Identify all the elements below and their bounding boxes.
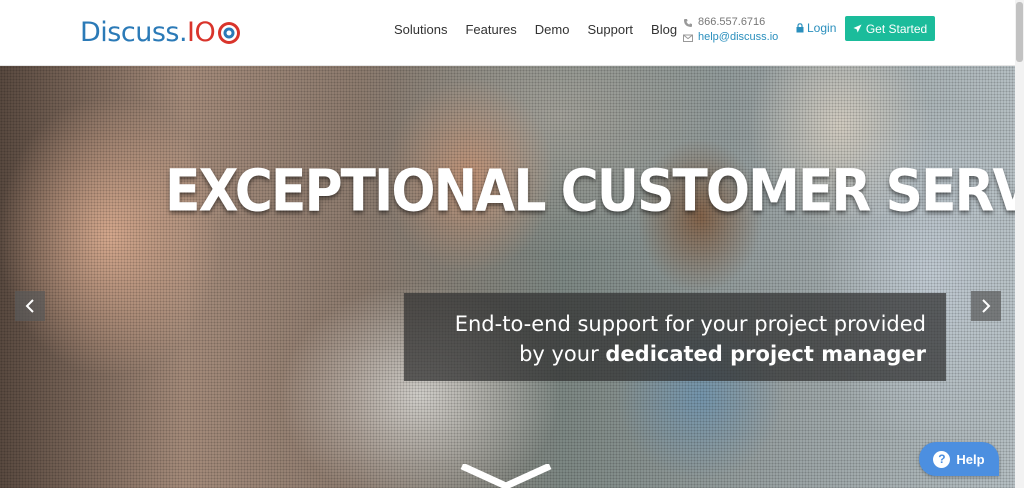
- get-started-button[interactable]: Get Started: [845, 16, 935, 41]
- chevron-down-icon[interactable]: [458, 464, 554, 488]
- nav-item-blog[interactable]: Blog: [651, 22, 677, 38]
- paper-plane-icon: [853, 24, 862, 33]
- hero-subtitle-line-1: End-to-end support for your project prov…: [454, 312, 926, 336]
- logo-text: Discuss.IO: [80, 16, 216, 48]
- scrollbar-thumb[interactable]: [1016, 2, 1023, 62]
- help-button[interactable]: ? Help: [919, 442, 999, 476]
- carousel-prev-button[interactable]: [15, 291, 45, 321]
- contact-info: 866.557.6716 help@discuss.io: [683, 15, 778, 45]
- get-started-label: Get Started: [865, 21, 928, 36]
- email-row: help@discuss.io: [683, 30, 778, 45]
- nav-item-demo[interactable]: Demo: [535, 22, 570, 38]
- hero-subtitle-line-2: by your dedicated project manager: [519, 342, 926, 366]
- site-header: Discuss.IO Solutions Features Demo Suppo…: [0, 0, 1024, 66]
- chevron-left-icon: [25, 299, 34, 313]
- page-scrollbar[interactable]: [1015, 0, 1024, 488]
- question-icon: ?: [933, 450, 951, 468]
- phone-icon: [684, 18, 692, 27]
- lock-icon: [796, 23, 804, 33]
- hero-subtitle-emphasis: dedicated project manager: [605, 342, 926, 366]
- site-logo[interactable]: Discuss.IO: [80, 14, 241, 50]
- phone-row: 866.557.6716: [683, 15, 778, 30]
- nav-item-features[interactable]: Features: [465, 22, 516, 38]
- email-link[interactable]: help@discuss.io: [698, 30, 778, 45]
- hero-subtitle-box: End-to-end support for your project prov…: [404, 293, 946, 381]
- login-link[interactable]: Login: [796, 21, 836, 35]
- carousel-next-button[interactable]: [971, 291, 1001, 321]
- phone-number: 866.557.6716: [698, 16, 766, 28]
- chevron-right-icon: [982, 299, 991, 313]
- help-label: Help: [956, 451, 985, 467]
- login-label: Login: [807, 21, 837, 35]
- hero-headline: EXCEPTIONAL CUSTOMER SERVICE: [165, 158, 1024, 226]
- hero-carousel: EXCEPTIONAL CUSTOMER SERVICE End-to-end …: [0, 66, 1024, 488]
- main-nav: Solutions Features Demo Support Blog: [394, 22, 695, 38]
- target-icon: [218, 22, 241, 44]
- envelope-icon: [683, 34, 693, 42]
- nav-item-support[interactable]: Support: [587, 22, 633, 38]
- nav-item-solutions[interactable]: Solutions: [394, 22, 447, 38]
